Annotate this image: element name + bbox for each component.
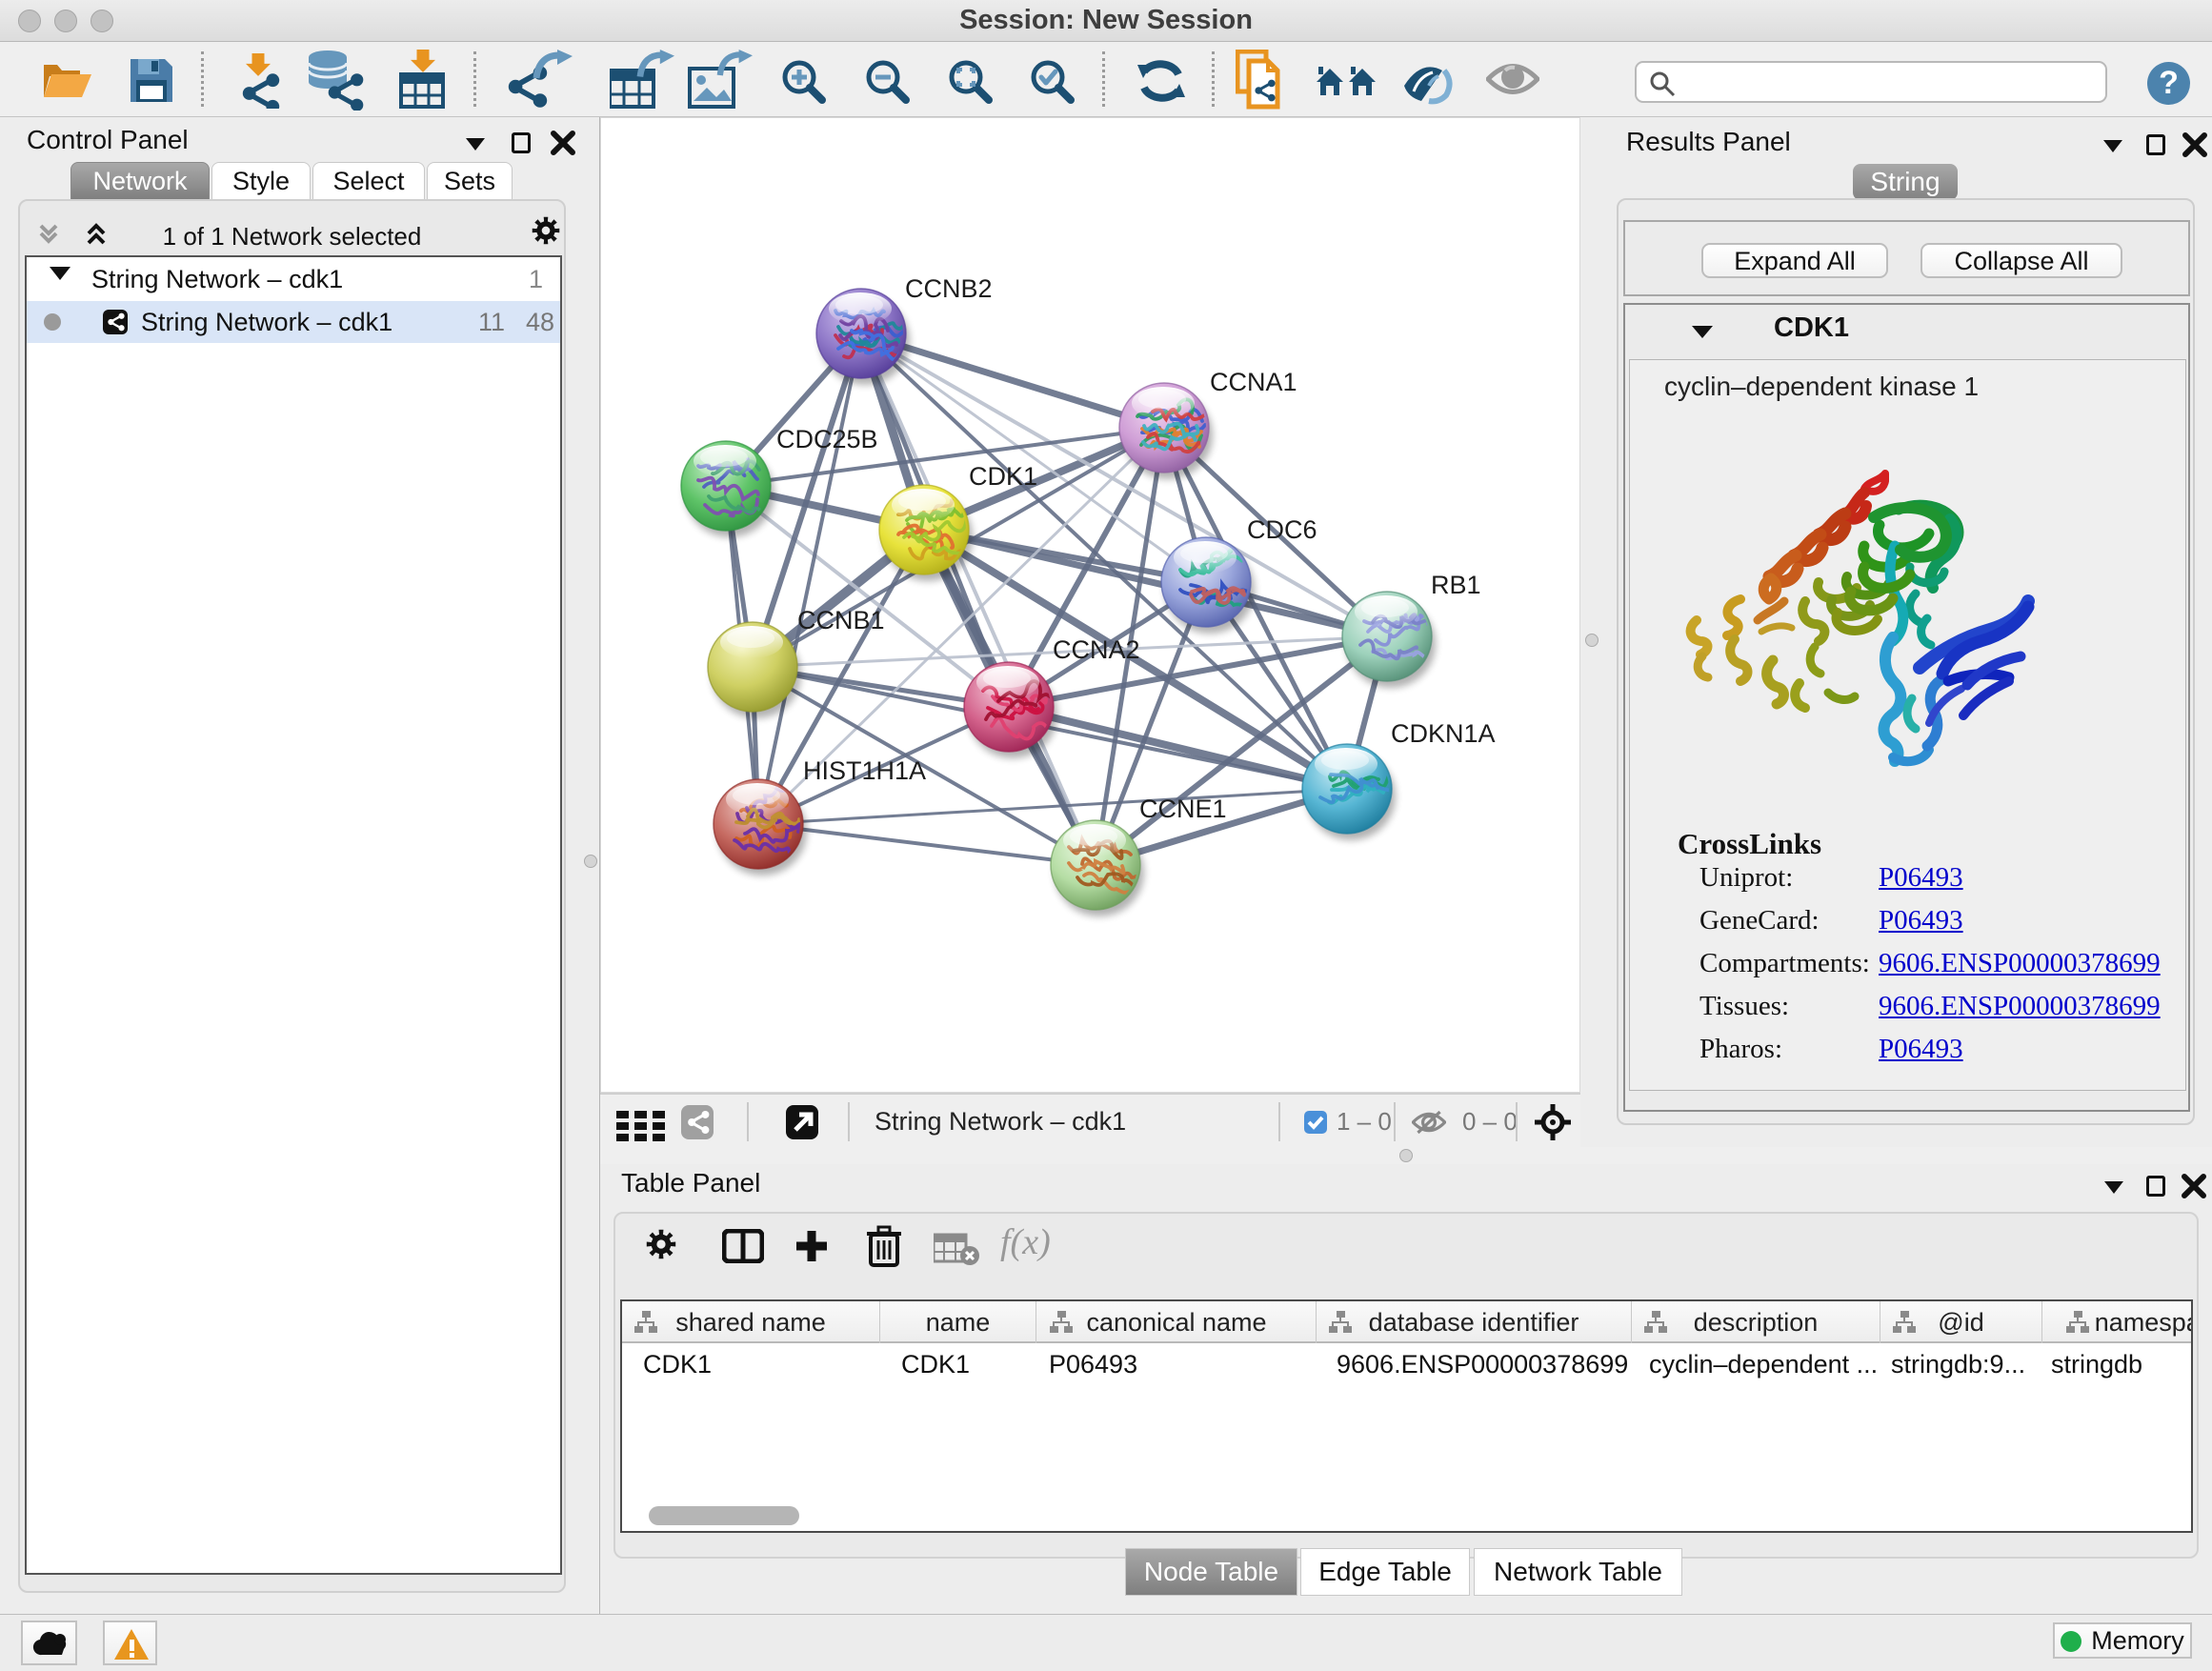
svg-text:CCNA1: CCNA1 — [1210, 368, 1297, 396]
svg-text:CCNA2: CCNA2 — [1053, 635, 1140, 664]
svg-text:CDC25B: CDC25B — [776, 425, 878, 453]
svg-text:CDK1: CDK1 — [969, 462, 1037, 491]
svg-text:HIST1H1A: HIST1H1A — [803, 756, 926, 785]
svg-text:CCNB2: CCNB2 — [905, 274, 993, 303]
svg-text:CDC6: CDC6 — [1247, 515, 1317, 544]
svg-text:RB1: RB1 — [1431, 571, 1481, 599]
svg-text:CCNE1: CCNE1 — [1139, 795, 1227, 823]
svg-text:CCNB1: CCNB1 — [797, 606, 885, 634]
svg-text:CDKN1A: CDKN1A — [1391, 719, 1496, 748]
